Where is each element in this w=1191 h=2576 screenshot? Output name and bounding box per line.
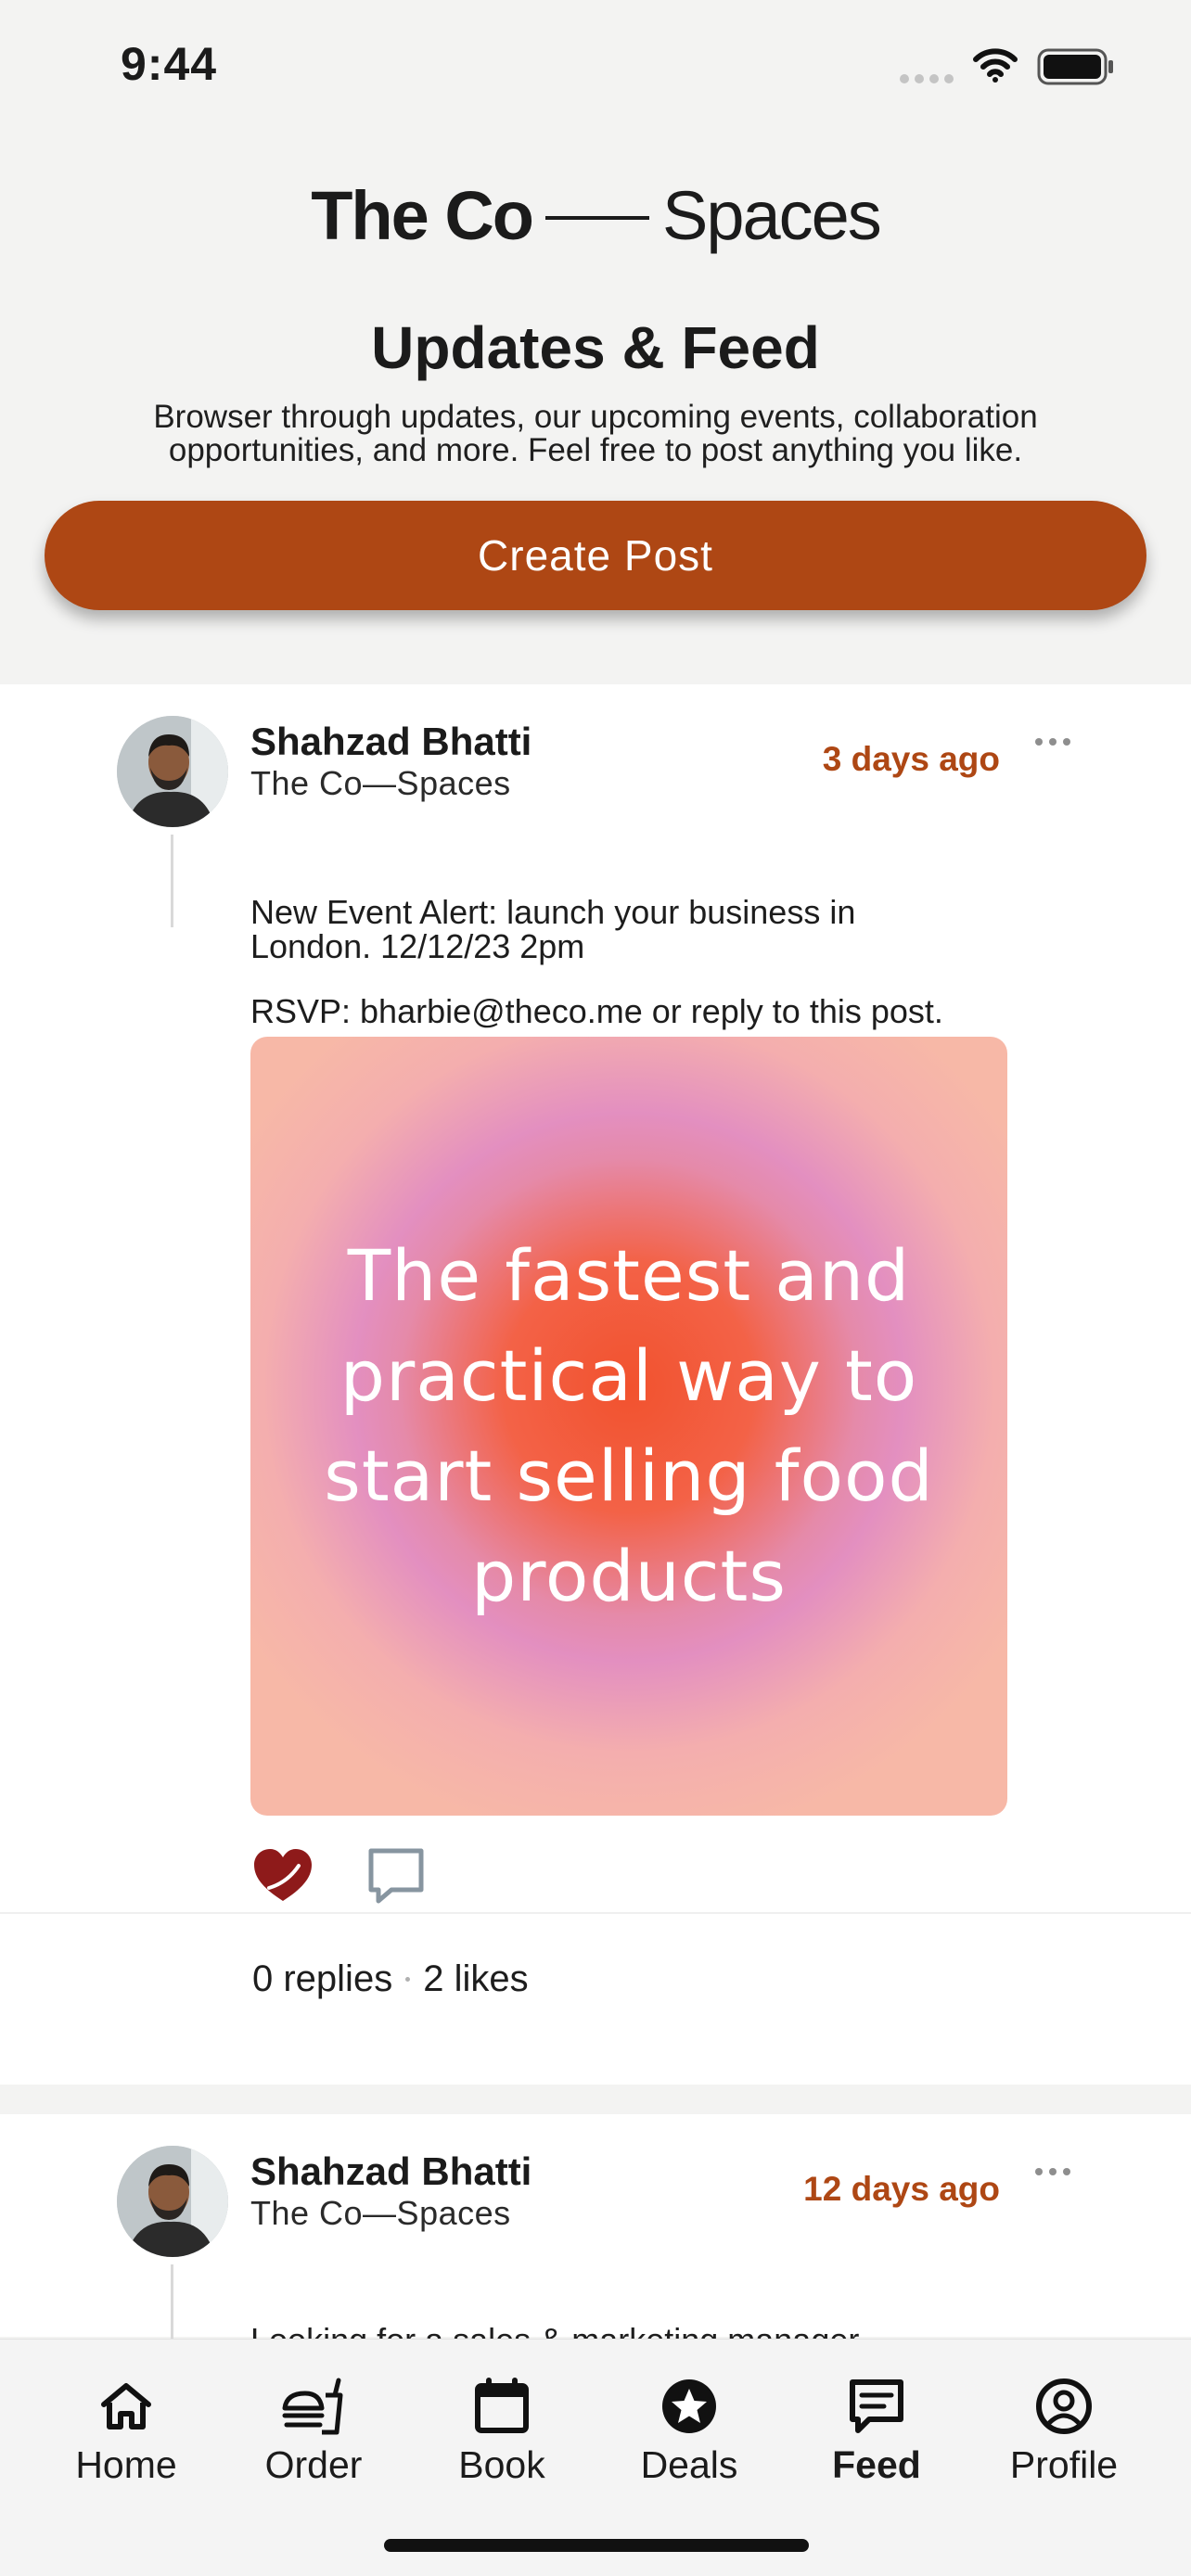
nav-item-home[interactable]: Home	[47, 2377, 205, 2487]
star-icon	[662, 2379, 716, 2433]
create-post-button[interactable]: Create Post	[45, 501, 1146, 610]
brand-name-light: Spaces	[661, 177, 882, 254]
status-bar: 9:44	[0, 0, 1191, 130]
nav-label: Profile	[1009, 2443, 1119, 2486]
thread-line	[171, 2264, 173, 2339]
message-icon	[850, 2379, 903, 2433]
calendar-icon	[475, 2378, 529, 2433]
thread-line	[171, 835, 173, 927]
more-options-icon[interactable]	[1030, 2162, 1076, 2181]
divider	[0, 1912, 1191, 1914]
post-body-line: New Event Alert: launch your business in…	[250, 893, 856, 965]
post-stats: 0 replies 2 likes	[252, 1958, 529, 2000]
page-subtitle: Browser through updates, our upcoming ev…	[153, 399, 1038, 468]
nav-item-profile[interactable]: Profile	[985, 2377, 1143, 2487]
food-icon	[282, 2378, 343, 2435]
brand-logo: The Co Spaces	[0, 176, 1191, 255]
post-org: The Co—Spaces	[250, 764, 511, 802]
wifi-icon	[973, 48, 1018, 83]
post-author[interactable]: Shahzad Bhatti	[250, 2149, 531, 2194]
nav-label: Home	[75, 2443, 177, 2486]
page-title: Updates & Feed	[371, 314, 820, 381]
home-indicator[interactable]	[384, 2539, 809, 2552]
more-options-icon[interactable]	[1030, 733, 1076, 751]
nav-label: Book	[458, 2443, 545, 2486]
likes-count[interactable]: 2 likes	[423, 1958, 528, 2000]
brand-dash	[544, 215, 649, 220]
brand-name-bold: The Co	[311, 177, 534, 254]
heart-icon[interactable]	[250, 1845, 315, 1906]
nav-item-feed[interactable]: Feed	[798, 2377, 955, 2487]
nav-item-order[interactable]: Order	[235, 2377, 392, 2487]
avatar-photo	[117, 716, 228, 827]
post-author[interactable]: Shahzad Bhatti	[250, 720, 531, 764]
cellular-signal-icon	[900, 74, 954, 83]
post-image[interactable]: The fastest and practical way to start s…	[250, 1037, 1007, 1816]
post-image-text: The fastest and practical way to start s…	[324, 1234, 934, 1617]
post-body-line: RSVP: bharbie@theco.me or reply to this …	[250, 992, 943, 1030]
post-time: 12 days ago	[803, 2170, 1000, 2208]
nav-item-deals[interactable]: Deals	[610, 2377, 768, 2487]
avatar[interactable]	[117, 716, 228, 827]
post-org: The Co—Spaces	[250, 2194, 511, 2232]
nav-label: Feed	[832, 2443, 921, 2486]
user-circle-icon	[1036, 2378, 1092, 2434]
separator-dot	[405, 1977, 411, 1982]
nav-label: Deals	[640, 2443, 738, 2486]
comment-icon[interactable]	[364, 1845, 429, 1906]
avatar[interactable]	[117, 2146, 228, 2257]
avatar-photo	[117, 2146, 228, 2257]
home-icon	[101, 2383, 151, 2429]
status-time: 9:44	[121, 38, 218, 90]
replies-count[interactable]: 0 replies	[252, 1958, 392, 2000]
nav-label: Order	[264, 2443, 363, 2486]
nav-item-book[interactable]: Book	[423, 2377, 581, 2487]
post-time: 3 days ago	[822, 740, 1000, 778]
battery-icon	[1037, 48, 1113, 85]
